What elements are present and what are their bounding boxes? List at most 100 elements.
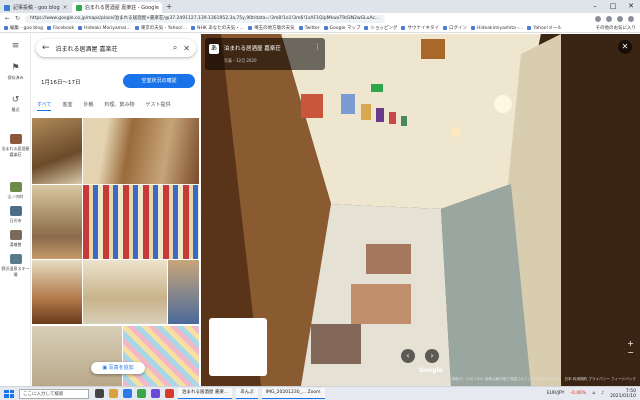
zoom-in-icon[interactable]: + (627, 339, 634, 348)
street-view-title: 泊まれる居酒屋 嘉楽荘 (224, 46, 281, 52)
photo-tile[interactable] (32, 118, 82, 184)
bookmark-item[interactable]: 編集 - goo blog (4, 25, 43, 31)
street-view-pane[interactable]: あ 泊まれる居酒屋 嘉楽荘 写真 - 12月 2020 ⋮ ✕ ‹ › Goog… (201, 34, 640, 386)
menu-button[interactable]: ≡ (0, 42, 31, 53)
recent-place[interactable]: 湯檜曽 (0, 230, 31, 248)
recent-place[interactable]: 野沢温泉スキー場 (0, 254, 31, 278)
bookmark-favicon-icon (323, 26, 328, 30)
currency-pair[interactable]: EUR/JPY (547, 391, 564, 396)
other-favorites[interactable]: その他のお気に入り (596, 25, 640, 31)
url-bar[interactable]: https://www.google.co.jp/maps/place/泊まれる… (25, 14, 386, 23)
close-icon[interactable]: ✕ (183, 44, 190, 53)
favorite-star-icon[interactable] (595, 15, 601, 22)
bookmark-item[interactable]: ショッピング (364, 25, 397, 31)
bookmark-item[interactable]: 埼玉の地方版の天気 (248, 25, 295, 31)
bookmark-item[interactable]: ログイン (442, 25, 467, 31)
bookmark-favicon-icon (191, 26, 196, 30)
file-explorer-icon[interactable] (109, 389, 118, 398)
new-tab-icon[interactable]: + (166, 2, 173, 11)
tab-food[interactable]: 料理、飲み物 (104, 101, 134, 111)
photo-tile[interactable] (83, 260, 167, 324)
photo-category-tabs: すべて 客室 外観 料理、飲み物 ゲスト提供 (37, 101, 201, 111)
bookmark-favicon-icon (248, 26, 253, 30)
rail-saved[interactable]: ⚑ 保存済み (0, 64, 31, 81)
photo-tile[interactable] (32, 260, 82, 324)
system-tray: EUR/JPY -0.06% ⌂ ♪ 7:50 2021/01/10 (547, 389, 640, 399)
address-toolbar: ← ↻ https://www.google.co.jp/maps/place/… (0, 13, 640, 24)
more-menu-icon[interactable] (628, 15, 634, 22)
previous-photo-icon[interactable]: ‹ (401, 349, 415, 363)
windows-taskbar: ここに入力して検索 泊まれる居酒屋 嘉楽... あんぷ IMG_20201230… (0, 386, 640, 400)
collections-icon[interactable] (606, 15, 612, 22)
tab-guest[interactable]: ゲスト提供 (146, 101, 171, 111)
place-badge[interactable]: あ (209, 44, 219, 54)
check-availability-button[interactable]: 空室状況の確認 (123, 74, 195, 88)
bookmark-item[interactable]: NHK あなたの天気・... (191, 25, 244, 31)
maximize-icon[interactable]: □ (604, 0, 622, 13)
bookmark-item[interactable]: Google マップ (323, 25, 360, 31)
clock[interactable]: 7:50 2021/01/10 (610, 389, 636, 399)
currency-change: -0.06% (570, 391, 587, 396)
more-vert-icon[interactable]: ⋮ (314, 43, 321, 51)
bookmark-item[interactable]: Hideaki Moriyama(... (78, 26, 131, 31)
search-query[interactable]: 泊まれる居酒屋 嘉楽荘 (56, 44, 118, 53)
browser-tab-bar: 記事投稿 - goo blog × 泊まれる居酒屋 嘉楽荘 - Google ×… (0, 0, 640, 13)
recent-place[interactable]: 日光市 (0, 206, 31, 224)
tab-exterior[interactable]: 外観 (83, 101, 93, 111)
volume-icon[interactable]: ♪ (601, 391, 604, 396)
bookmark-favicon-icon (78, 26, 83, 30)
rail-recent[interactable]: ↺ 最近 (0, 96, 31, 113)
recent-place[interactable]: 山ノ内町 (0, 182, 31, 200)
close-street-view-icon[interactable]: ✕ (618, 40, 632, 54)
tab-goo-blog[interactable]: 記事投稿 - goo blog × (0, 2, 72, 13)
bookmark-item[interactable]: Facebook (47, 26, 74, 31)
edge-icon[interactable] (123, 389, 132, 398)
place-thumbnail (9, 206, 22, 216)
bookmark-item[interactable]: Yahoo!メール (527, 25, 562, 31)
bookmark-item[interactable]: サウナイキタイ (401, 25, 439, 31)
mini-map[interactable] (209, 318, 267, 376)
minimize-icon[interactable]: – (586, 0, 604, 13)
back-icon[interactable]: ← (5, 15, 10, 22)
windows-start-icon[interactable] (4, 389, 14, 398)
pinned-apps (95, 389, 174, 398)
photo-tile[interactable] (123, 326, 199, 386)
close-tab-icon[interactable]: × (63, 4, 68, 11)
line-icon[interactable] (137, 389, 146, 398)
photo-tile[interactable] (168, 260, 199, 324)
tab-all[interactable]: すべて (37, 101, 52, 111)
search-box[interactable]: ← 泊まれる居酒屋 嘉楽荘 ⌕ ✕ (36, 39, 196, 57)
tab-rooms[interactable]: 客室 (62, 101, 72, 111)
taskbar-app[interactable]: IMG_20201230_... Zoom (261, 388, 325, 399)
back-arrow-icon[interactable]: ← (42, 43, 50, 53)
taskbar-app[interactable]: 泊まれる居酒屋 嘉楽... (178, 388, 233, 399)
next-photo-icon[interactable]: › (425, 349, 439, 363)
bookmark-favicon-icon (401, 26, 406, 30)
tab-google-maps[interactable]: 泊まれる居酒屋 嘉楽荘 - Google × (71, 2, 162, 13)
photo-tile[interactable] (83, 118, 199, 184)
street-view-header: あ 泊まれる居酒屋 嘉楽荘 写真 - 12月 2020 ⋮ (205, 38, 325, 70)
office-icon[interactable] (165, 389, 174, 398)
photo-tile[interactable] (83, 185, 199, 259)
recent-place[interactable]: 泊まれる居酒屋 嘉楽荘 (0, 134, 31, 158)
bookmark-favicon-icon (4, 26, 8, 30)
refresh-icon[interactable]: ↻ (15, 15, 20, 22)
photo-tile[interactable] (32, 185, 82, 259)
task-view-icon[interactable] (95, 389, 104, 398)
taskbar-app[interactable]: あんぷ (236, 388, 258, 399)
taskbar-search-input[interactable]: ここに入力して検索 (19, 388, 89, 399)
photo-tile[interactable] (32, 326, 122, 386)
network-icon[interactable]: ⌂ (592, 391, 595, 396)
teams-icon[interactable] (151, 389, 160, 398)
zoom-out-icon[interactable]: − (627, 348, 634, 357)
add-photo-button[interactable]: ▣ 写真を追加 (91, 362, 145, 374)
bookmark-favicon-icon (364, 26, 369, 30)
profile-icon[interactable] (617, 15, 623, 22)
bookmark-item[interactable]: Twitter (298, 26, 320, 31)
search-icon[interactable]: ⌕ (173, 43, 177, 53)
maps-left-rail: ≡ ⚑ 保存済み ↺ 最近 泊まれる居酒屋 嘉楽荘 山ノ内町 日光市 湯檜曽 野沢温… (0, 34, 31, 386)
close-window-icon[interactable]: ✕ (622, 0, 640, 13)
stay-dates[interactable]: 1月16日〜17日 (41, 78, 81, 86)
bookmark-item[interactable]: Hideakimiyashita -... (470, 26, 523, 31)
bookmark-item[interactable]: 東京の天気 - Yahoo!... (134, 25, 187, 31)
